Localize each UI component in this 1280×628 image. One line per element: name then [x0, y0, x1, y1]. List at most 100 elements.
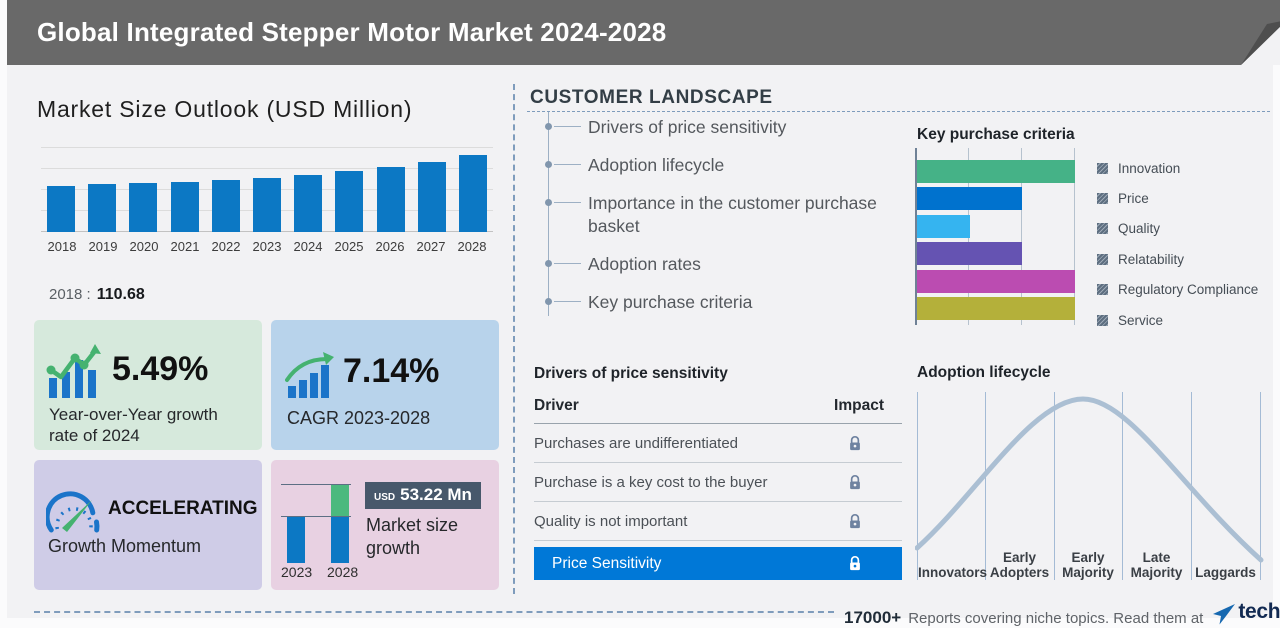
customer-landscape-item: Adoption rates [545, 253, 888, 276]
key-purchase-criteria-title: Key purchase criteria [917, 126, 1075, 143]
x-tick-label: 2023 [252, 239, 282, 254]
x-tick-label: 2026 [375, 239, 405, 254]
x-axis-labels: 2018 2019 2020 2021 2022 2023 2024 2025 2026 2027… [41, 239, 493, 254]
driver-label: Purchase is a key cost to the buyer [534, 473, 768, 491]
customer-landscape-item: Importance in the customer purchase bask… [545, 192, 888, 238]
driver-label: Purchases are undifferentiated [534, 434, 739, 452]
lock-icon [848, 555, 862, 572]
x-tick-label: 2024 [293, 239, 323, 254]
impact-column-header: Impact [834, 397, 884, 414]
legend-swatch-icon [1097, 253, 1108, 265]
base-year-annotation: 2018 : 110.68 [49, 286, 145, 304]
mini-year-label: 2023 [281, 564, 313, 580]
technavio-logo[interactable]: tech navio [1213, 600, 1280, 624]
footer-dashed-line [34, 611, 834, 613]
adoption-segment-label: Late Majority [1130, 550, 1183, 580]
key-purchase-criteria-chart [915, 148, 1075, 325]
x-tick-label: 2022 [211, 239, 241, 254]
x-tick-label: 2018 [47, 239, 77, 254]
market-size-bar-2021 [170, 182, 199, 232]
legend-item: Relatability [1097, 244, 1258, 274]
infographic-canvas: Global Integrated Stepper Motor Market 2… [7, 0, 1280, 627]
driver-row: Purchase is a key cost to the buyer [534, 463, 902, 502]
legend-item: Price [1097, 183, 1258, 213]
chart-legend: Innovation Price Quality Relatability Regula… [1097, 153, 1258, 335]
market-size-bar-2024 [294, 175, 323, 232]
x-tick-label: 2027 [416, 239, 446, 254]
yoy-growth-value: 5.49% [112, 350, 209, 388]
x-tick-label: 2025 [334, 239, 364, 254]
customer-landscape-list: Drivers of price sensitivity Adoption lif… [545, 116, 888, 329]
x-tick-label: 2020 [129, 239, 159, 254]
adoption-segment-label: Innovators [918, 565, 988, 580]
legend-label: Quality [1118, 221, 1161, 237]
adoption-lifecycle-title: Adoption lifecycle [917, 364, 1051, 381]
customer-landscape-item: Adoption lifecycle [545, 154, 888, 177]
growth-amount: 53.22 Mn [400, 485, 472, 504]
cagr-card: 7.14% CAGR 2023-2028 [271, 320, 499, 450]
adoption-lifecycle-chart: Innovators Early Adopters Early Majority La… [914, 390, 1265, 582]
x-tick-label: 2028 [457, 239, 487, 254]
momentum-label: Growth Momentum [48, 536, 202, 556]
legend-item: Quality [1097, 214, 1258, 244]
market-size-growth-card: 2023 2028 USD 53.22 Mn Market size growth [271, 460, 499, 590]
momentum-value: ACCELERATING [108, 498, 258, 519]
customer-landscape-item: Drivers of price sensitivity [545, 116, 888, 139]
technavio-mark-icon [1213, 603, 1236, 624]
market-size-bar-2019 [88, 184, 117, 232]
dashed-underline [527, 111, 1270, 112]
growth-arrow-icon [285, 352, 334, 398]
market-size-bar-2028 [458, 155, 487, 232]
title-bar: Global Integrated Stepper Motor Market 2… [7, 0, 1280, 65]
driver-label: Quality is not important [534, 512, 688, 530]
result-label: Price Sensitivity [552, 554, 662, 572]
x-tick-label: 2021 [170, 239, 200, 254]
legend-swatch-icon [1097, 193, 1108, 205]
base-year-label: 2018 : [49, 286, 91, 303]
price-sensitivity-result-row: Price Sensitivity [534, 547, 902, 580]
cagr-value: 7.14% [343, 352, 440, 390]
market-size-bar-2025 [335, 171, 364, 232]
yoy-growth-label: Year-over-Year growth rate of 2024 [49, 405, 218, 445]
kpc-bar-innovation [917, 160, 1075, 183]
market-size-bar-2020 [129, 183, 158, 232]
kpc-bar-quality [917, 215, 970, 238]
price-sensitivity-title: Drivers of price sensitivity [534, 365, 728, 382]
mini-growth-segment [331, 485, 349, 516]
cagr-label: CAGR 2023-2028 [287, 408, 431, 428]
logo-tech: tech [1238, 600, 1280, 623]
report-count: 17000+ [844, 607, 902, 627]
market-size-bar-2018 [47, 186, 75, 232]
customer-landscape-title: CUSTOMER LANDSCAPE [530, 87, 773, 108]
legend-item: Regulatory Compliance [1097, 275, 1258, 305]
lock-icon [848, 435, 862, 452]
legend-item: Service [1097, 305, 1258, 335]
price-sensitivity-table: Driver Impact Purchases are undifferenti… [534, 397, 902, 580]
x-tick-label: 2019 [88, 239, 118, 254]
market-size-bar-2023 [252, 178, 281, 232]
bar-trend-icon [46, 344, 101, 398]
mini-bar-2023 [287, 517, 305, 563]
lock-icon [848, 474, 862, 491]
legend-swatch-icon [1097, 162, 1108, 174]
page-curl-decoration [1241, 21, 1280, 65]
currency-label: USD [374, 492, 396, 503]
legend-item: Innovation [1097, 153, 1258, 183]
market-size-bar-chart [41, 145, 493, 232]
growth-amount-badge: USD 53.22 Mn [365, 482, 481, 509]
table-header: Driver Impact [534, 397, 902, 424]
market-size-bar-2026 [376, 167, 405, 232]
legend-swatch-icon [1097, 284, 1108, 296]
driver-column-header: Driver [534, 397, 579, 414]
vertical-divider [513, 84, 515, 594]
legend-label: Price [1118, 191, 1149, 207]
kpc-bar-service [917, 297, 1075, 320]
kpc-bar-relatability [917, 242, 1022, 265]
legend-label: Service [1118, 312, 1164, 328]
legend-label: Regulatory Compliance [1118, 282, 1259, 298]
mini-bar-2028 [331, 517, 349, 563]
adoption-segment-label: Early Majority [1062, 550, 1114, 580]
legend-label: Innovation [1118, 160, 1181, 176]
speedometer-icon [46, 491, 100, 533]
customer-landscape-item: Key purchase criteria [545, 291, 888, 314]
